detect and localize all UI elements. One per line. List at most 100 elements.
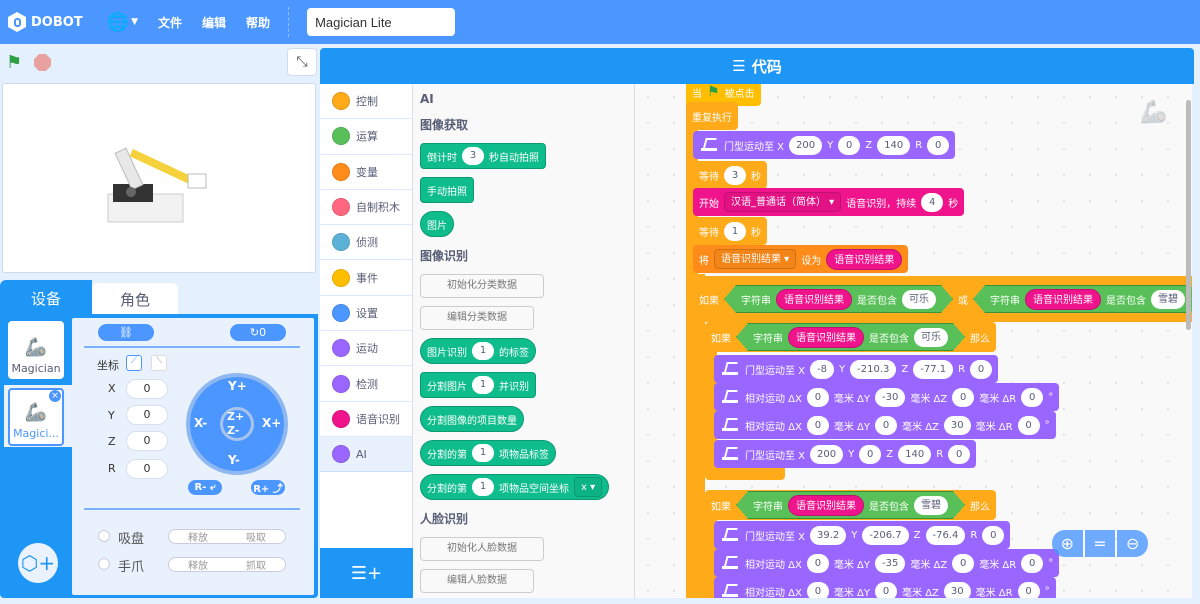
block-input[interactable]: 0 [859, 444, 882, 464]
fullscreen-button[interactable]: ⤡ [287, 48, 317, 76]
gripper-grab[interactable]: 抓取 [246, 557, 266, 572]
block-input[interactable]: 0 [982, 525, 1005, 545]
menu-file[interactable]: 文件 [158, 14, 182, 31]
block-input[interactable]: 0 [1017, 415, 1040, 435]
palette-button[interactable]: 初始化人脸数据 [420, 537, 544, 561]
r-plus-button[interactable]: R+ ⤴ [251, 480, 285, 495]
category-6[interactable]: 设置 [320, 296, 412, 332]
reporter-speech-result[interactable]: 语音识别结果 [788, 495, 864, 516]
gripper-toggle[interactable]: 释放 抓取 [168, 557, 286, 572]
category-1[interactable]: 运算 [320, 119, 412, 155]
code-block[interactable]: 等待 3 秒 [693, 161, 767, 189]
block-input[interactable]: -210.3 [850, 359, 897, 379]
language-menu[interactable]: 🌐 ▼ [107, 12, 138, 33]
block-input[interactable]: 0 [806, 415, 829, 435]
zoom-reset-button[interactable]: = [1084, 530, 1116, 557]
block-input[interactable]: -77.1 [913, 359, 954, 379]
gripper-radio[interactable] [98, 558, 110, 570]
r-minus-button[interactable]: R- ⤶ [188, 480, 222, 495]
add-extension-button[interactable]: ☰+ [320, 548, 413, 598]
block-input[interactable]: 0 [952, 553, 975, 573]
block-input[interactable]: 0 [806, 553, 829, 573]
block-input[interactable]: 1 [724, 221, 746, 241]
block-input[interactable]: 3 [724, 165, 746, 185]
block-input[interactable]: 0 [1017, 581, 1040, 598]
sprite-magician[interactable]: 🦾 Magician [8, 321, 64, 379]
cartesian-mode-icon[interactable]: ⟋ [126, 355, 142, 371]
block-input[interactable]: 200 [789, 135, 823, 155]
r-input[interactable]: 0 [126, 459, 168, 479]
y-input[interactable]: 0 [126, 405, 168, 425]
category-3[interactable]: 自制积木 [320, 190, 412, 226]
palette-block[interactable]: 倒计时 3 秒自动拍照 [420, 143, 546, 169]
zoom-in-button[interactable]: ⊕ [1052, 530, 1083, 557]
gripper-release[interactable]: 释放 [188, 557, 208, 572]
block-input[interactable]: 39.2 [810, 525, 847, 545]
suction-grab[interactable]: 吸取 [246, 529, 266, 544]
palette-block[interactable]: 分割图像的项目数量 [420, 406, 524, 432]
reporter-speech-result[interactable]: 语音识别结果 [1025, 289, 1101, 310]
string-contains-condition[interactable]: 字符串 语音识别结果 是否包含 可乐 [736, 323, 965, 351]
block-input[interactable]: 140 [898, 444, 932, 464]
code-block[interactable]: 门型运动至 X -8 Y -210.3 Z -77.1 R 0 [714, 355, 999, 383]
code-block[interactable]: 门型运动至 X 200 Y 0 Z 140 R 0 [693, 131, 956, 159]
category-2[interactable]: 变量 [320, 155, 412, 190]
block-input[interactable]: 3 [462, 147, 484, 165]
block-input[interactable]: 200 [810, 444, 844, 464]
code-block[interactable]: 门型运动至 X 200 Y 0 Z 140 R 0 [714, 440, 977, 468]
code-block[interactable]: 相对运动 ΔX 0 毫米 ΔY 0 毫米 ΔZ 30 毫米 ΔR 0 ° [714, 577, 1056, 598]
project-name-input[interactable] [307, 8, 456, 36]
palette-block[interactable]: 图片 [420, 211, 454, 237]
block-input[interactable]: 30 [943, 581, 971, 598]
category-4[interactable]: 侦测 [320, 225, 412, 261]
code-block[interactable]: 相对运动 ΔX 0 毫米 ΔY -35 毫米 ΔZ 0 毫米 ΔR 0 ° [714, 549, 1060, 577]
vertical-scrollbar[interactable] [1186, 100, 1191, 330]
code-block[interactable]: 相对运动 ΔX 0 毫米 ΔY -30 毫米 ΔZ 0 毫米 ΔR 0 ° [714, 383, 1060, 411]
add-device-button[interactable]: ⬡+ [18, 543, 58, 583]
x-plus-button[interactable]: X+ [262, 416, 281, 430]
palette-block[interactable]: 分割的第 1 项物品标签 [420, 440, 556, 466]
block-input[interactable]: 0 [806, 387, 829, 407]
category-7[interactable]: 运动 [320, 331, 412, 367]
category-5[interactable]: 事件 [320, 260, 412, 296]
x-input[interactable]: 0 [126, 379, 168, 399]
suction-toggle[interactable]: 释放 吸取 [168, 529, 286, 544]
block-input[interactable]: 0 [970, 359, 993, 379]
reporter-speech-result[interactable]: 语音识别结果 [776, 289, 852, 310]
z-minus-button[interactable]: Z- [227, 424, 239, 437]
stop-icon[interactable] [34, 54, 51, 71]
block-input[interactable]: 0 [927, 135, 950, 155]
reporter-speech-result[interactable]: 语音识别结果 [788, 327, 864, 348]
block-input[interactable]: 30 [943, 415, 971, 435]
tab-role[interactable]: 角色 [92, 283, 178, 316]
block-input[interactable]: 1 [472, 444, 494, 462]
palette-button[interactable]: 编辑分类数据 [420, 306, 534, 330]
block-input[interactable]: 0 [806, 581, 829, 598]
z-plus-button[interactable]: Z+ [227, 410, 244, 423]
stage[interactable] [2, 83, 316, 273]
block-dropdown[interactable]: x ▾ [574, 477, 603, 497]
category-0[interactable]: 控制 [320, 84, 412, 120]
code-block[interactable]: 开始 汉语_普通话（简体） ▾ 语音识别，持续 4 秒 [693, 188, 965, 216]
block-input[interactable]: -8 [810, 359, 835, 379]
block-input[interactable]: 140 [877, 135, 911, 155]
z-input[interactable]: 0 [126, 431, 168, 451]
block-input[interactable]: 1 [472, 342, 494, 360]
block-dropdown[interactable]: 汉语_普通话（简体） ▾ [724, 192, 842, 212]
block-input[interactable]: 0 [948, 444, 971, 464]
palette-block[interactable]: 手动拍照 [420, 177, 474, 203]
tab-device[interactable]: 设备 [0, 280, 92, 316]
green-flag-icon[interactable]: ⚑ [6, 52, 22, 73]
block-input[interactable]: 1 [472, 478, 494, 496]
block-input[interactable]: 0 [952, 387, 975, 407]
string-contains-condition[interactable]: 字符串 语音识别结果 是否包含 雪碧 [973, 285, 1192, 313]
string-contains-condition[interactable]: 字符串 语音识别结果 是否包含 雪碧 [736, 491, 965, 519]
code-block[interactable]: 等待 1 秒 [693, 217, 767, 245]
palette-block[interactable]: 分割图片 1 并识别 [420, 372, 536, 398]
code-block[interactable]: 重复执行 [686, 102, 738, 130]
suction-release[interactable]: 释放 [188, 529, 208, 544]
palette-button[interactable]: 编辑人脸数据 [420, 569, 534, 593]
y-plus-button[interactable]: Y+ [228, 379, 247, 393]
code-block[interactable]: 相对运动 ΔX 0 毫米 ΔY 0 毫米 ΔZ 30 毫米 ΔR 0 ° [714, 411, 1056, 439]
x-minus-button[interactable]: X- [194, 416, 207, 430]
